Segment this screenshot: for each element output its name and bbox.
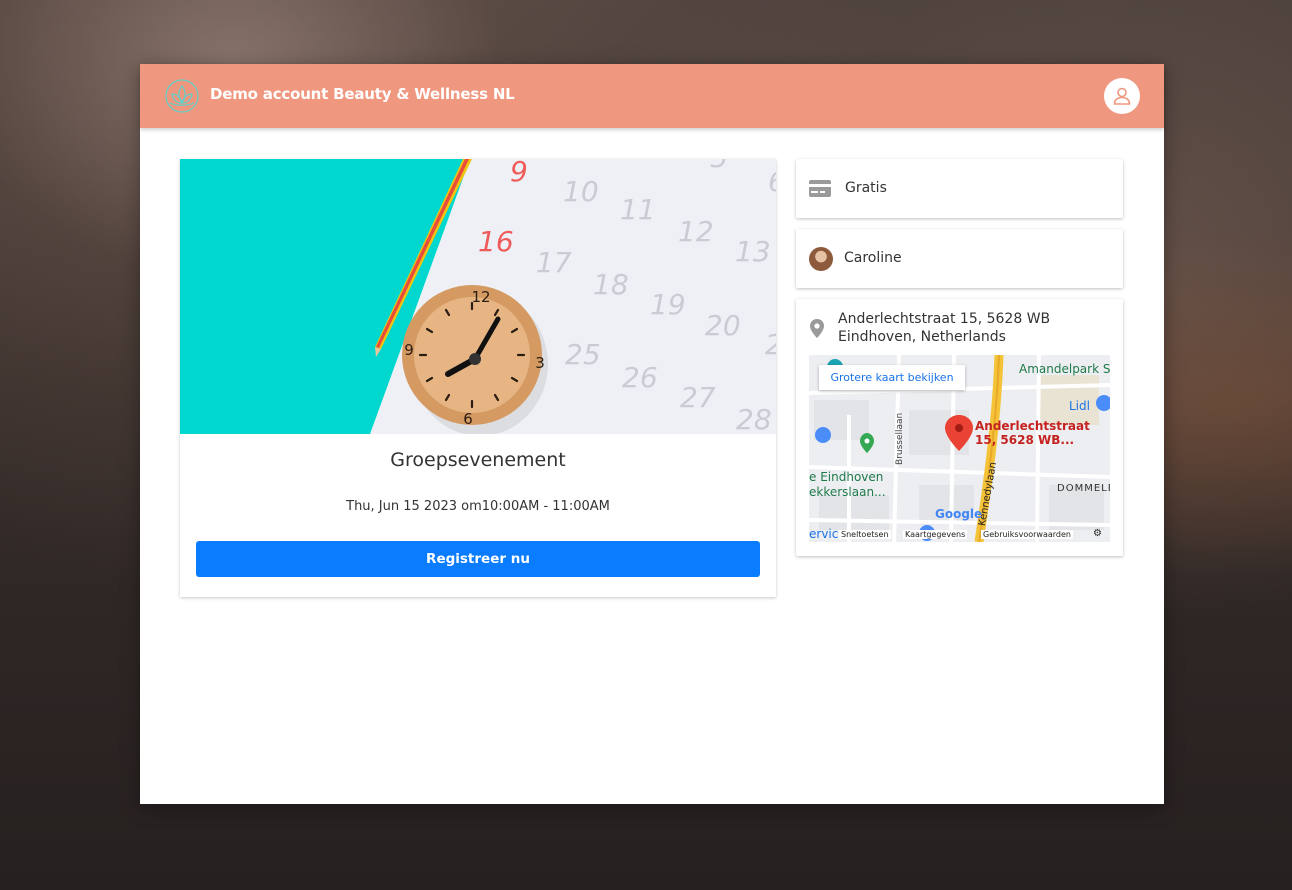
map-place-label: Amandelpark S — [1019, 362, 1110, 376]
terms-link[interactable]: Gebruiksvoorwaarden — [981, 530, 1073, 539]
clock-number: 3 — [535, 354, 545, 372]
street-label: Brussellaan — [895, 412, 905, 465]
address-line-1: Anderlechtstraat 15, 5628 WB — [838, 311, 1051, 327]
map-pin-label: Anderlechtstraat 15, 5628 WB... — [975, 419, 1090, 447]
calendar-number: 5 — [710, 159, 728, 174]
street-label: DOMMELE — [1057, 483, 1110, 494]
price-text: Gratis — [845, 180, 887, 196]
address-line-2: Eindhoven, Netherlands — [838, 329, 1006, 345]
price-card: Gratis — [796, 159, 1123, 218]
event-details-panel: 9 5 6 10 11 12 13 16 17 18 19 20 2 25 26… — [180, 159, 776, 597]
staff-name: Caroline — [844, 250, 902, 266]
calendar-number: 13 — [735, 235, 771, 268]
map-place-label: Lidl — [1069, 399, 1090, 413]
gear-icon[interactable]: ⚙ — [1093, 528, 1102, 539]
calendar-number: 20 — [705, 309, 741, 342]
staff-card: Caroline — [796, 229, 1123, 288]
event-title: Groepsevenement — [390, 449, 566, 471]
calendar-number: 26 — [622, 361, 658, 394]
register-button[interactable]: Registreer nu — [196, 541, 760, 577]
map-pin-icon — [810, 319, 824, 338]
calendar-number: 6 — [768, 165, 776, 198]
brand-name[interactable]: Demo account Beauty & Wellness NL — [210, 85, 515, 103]
map-place-label: ekkerslaan... — [809, 485, 886, 499]
calendar-number: 12 — [678, 215, 714, 248]
calendar-number: 9 — [510, 159, 528, 188]
user-icon — [1113, 87, 1131, 105]
event-image: 9 5 6 10 11 12 13 16 17 18 19 20 2 25 26… — [180, 159, 776, 434]
calendar-number: 17 — [536, 246, 572, 279]
calendar-number: 18 — [593, 268, 629, 301]
calendar-number: 19 — [650, 288, 686, 321]
calendar-number: 28 — [736, 403, 772, 434]
clock-number: 9 — [404, 341, 414, 359]
map-place-label: e Eindhoven — [809, 470, 884, 484]
top-bar: Demo account Beauty & Wellness NL — [140, 64, 1164, 128]
event-card: Demo account Beauty & Wellness NL 9 5 6 … — [140, 64, 1164, 804]
address: Anderlechtstraat 15, 5628 WB Eindhoven, … — [838, 310, 1050, 346]
keyboard-shortcuts-link[interactable]: Sneltoetsen — [839, 530, 891, 539]
calendar-number: 10 — [563, 175, 599, 208]
calendar-number: 11 — [620, 193, 656, 226]
user-account-button[interactable] — [1104, 78, 1140, 114]
location-map[interactable]: Grotere kaart bekijken Amandelpark S Lid… — [809, 355, 1110, 542]
credit-card-icon — [809, 180, 831, 197]
map-footer: Sneltoetsen Kaartgegevens Gebruiksvoorwa… — [809, 528, 1110, 542]
larger-map-link[interactable]: Grotere kaart bekijken — [819, 365, 965, 390]
google-logo: Google — [935, 507, 983, 521]
calendar-number: 25 — [565, 338, 601, 371]
map-pin-label-line-2: 15, 5628 WB... — [975, 433, 1075, 447]
calendar-number: 2 — [765, 328, 776, 361]
location-card: Anderlechtstraat 15, 5628 WB Eindhoven, … — [796, 299, 1123, 556]
event-datetime: Thu, Jun 15 2023 om10:00AM - 11:00AM — [346, 499, 610, 514]
map-data-link[interactable]: Kaartgegevens — [903, 530, 968, 539]
lotus-logo-icon[interactable] — [164, 78, 200, 114]
calendar-number: 27 — [680, 381, 716, 414]
clock-number: 12 — [471, 288, 490, 306]
avatar — [809, 247, 833, 271]
map-pin-label-line-1: Anderlechtstraat — [975, 419, 1090, 433]
calendar-number: 16 — [478, 225, 514, 258]
clock-number: 6 — [463, 410, 473, 428]
